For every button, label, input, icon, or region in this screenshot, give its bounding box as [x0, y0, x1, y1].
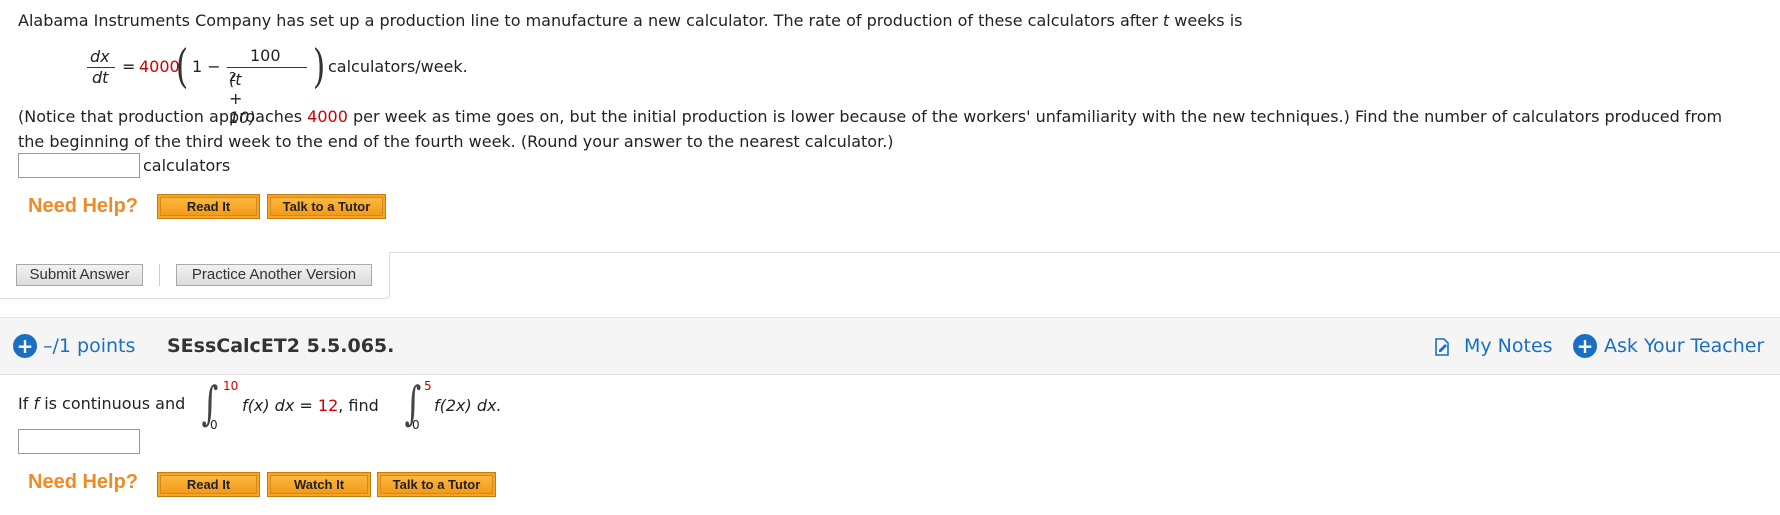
question-header: + –/1 points SEssCalcET2 5.5.065. My Not… — [0, 317, 1780, 375]
talk-to-tutor-button[interactable]: Talk to a Tutor — [267, 194, 386, 219]
q1-intro: Alabama Instruments Company has set up a… — [18, 11, 1243, 30]
integral-expression-1: f(x) dx = 12, find — [242, 396, 379, 415]
read-it-button[interactable]: Read It — [157, 194, 260, 219]
need-help-label: Need Help? — [28, 195, 139, 217]
watch-it-button[interactable]: Watch It — [267, 472, 371, 497]
separator — [159, 264, 160, 286]
answer-input-q1[interactable] — [18, 153, 140, 178]
rate-coefficient: 4000 — [139, 57, 180, 76]
answer-input-q2[interactable] — [18, 429, 140, 454]
ask-teacher-icon[interactable]: + — [1573, 334, 1597, 358]
practice-another-version-button[interactable]: Practice Another Version — [176, 264, 372, 286]
q2-text: If f is continuous and — [18, 394, 186, 413]
question-code: SEssCalcET2 5.5.065. — [167, 335, 395, 357]
need-help-label: Need Help? — [28, 471, 139, 493]
ask-your-teacher-link[interactable]: Ask Your Teacher — [1604, 335, 1764, 357]
answer-unit: calculators — [143, 156, 231, 175]
submit-answer-button[interactable]: Submit Answer — [16, 264, 143, 286]
q1-notice: (Notice that production approaches 4000 … — [18, 107, 1723, 126]
rate-equation: dx dt = 4000 ( 1 − 100 (t + 10) 2 ) calcu… — [87, 43, 527, 127]
plus-circle-icon[interactable]: + — [13, 334, 37, 358]
q1-notice-line2: the beginning of the third week to the e… — [18, 132, 894, 151]
notes-icon[interactable] — [1434, 338, 1449, 356]
read-it-button[interactable]: Read It — [157, 472, 260, 497]
points: –/1 points — [43, 335, 136, 357]
talk-to-tutor-button[interactable]: Talk to a Tutor — [377, 472, 496, 497]
integral-expression-2: f(2x) dx. — [434, 396, 502, 415]
my-notes-link[interactable]: My Notes — [1464, 335, 1553, 357]
